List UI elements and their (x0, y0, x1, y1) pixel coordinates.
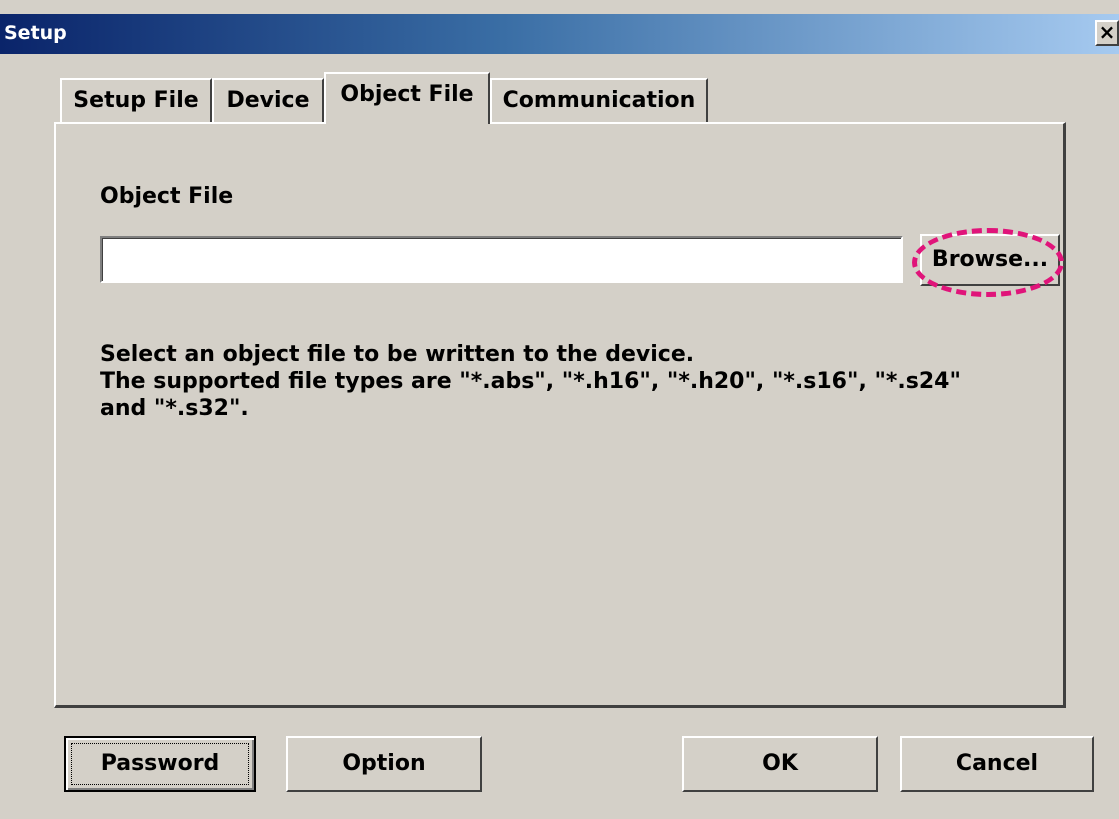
focus-rect (71, 743, 249, 785)
description-line-2: The supported file types are "*.abs", "*… (100, 369, 961, 394)
tab-setup-file[interactable]: Setup File (60, 78, 212, 122)
object-file-path-input[interactable] (100, 236, 903, 283)
cancel-button[interactable]: Cancel (900, 736, 1094, 792)
description-line-3: and "*.s32". (100, 396, 249, 421)
window-title: Setup (4, 22, 67, 44)
browse-highlight-annotation (912, 228, 1064, 297)
tab-communication[interactable]: Communication (490, 78, 708, 122)
option-button[interactable]: Option (286, 736, 482, 792)
password-button[interactable]: Password (64, 736, 256, 792)
ok-button[interactable]: OK (682, 736, 878, 792)
description-line-1: Select an object file to be written to t… (100, 342, 695, 367)
tab-object-file[interactable]: Object File (324, 72, 490, 124)
object-file-label: Object File (100, 184, 234, 209)
close-icon[interactable]: × (1095, 20, 1119, 46)
setup-dialog: Setup × Setup File Device Object File Co… (0, 0, 1119, 819)
tab-device[interactable]: Device (212, 78, 324, 122)
title-bar[interactable]: Setup × (0, 14, 1119, 54)
